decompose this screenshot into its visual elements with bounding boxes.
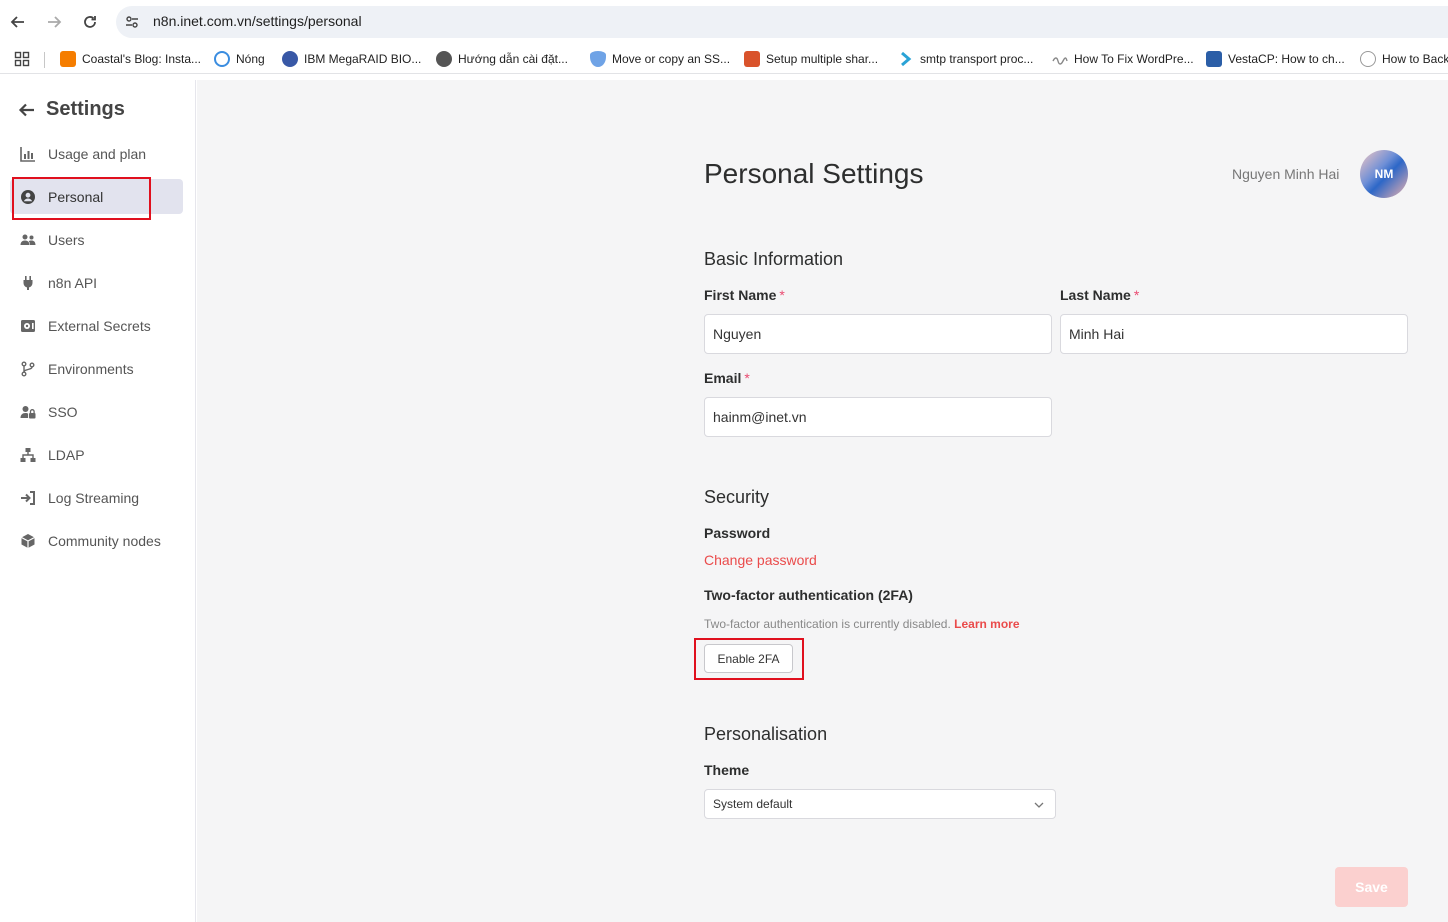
blogger-icon	[60, 51, 76, 67]
vault-icon	[20, 318, 36, 334]
first-name-label: First Name *	[704, 287, 785, 303]
url-text[interactable]: n8n.inet.com.vn/settings/personal	[153, 13, 362, 29]
bookmark-item[interactable]: Move or copy an SS...	[590, 50, 730, 68]
bookmark-item[interactable]: How to Back	[1360, 50, 1448, 68]
sidebar-item-usage-and-plan[interactable]: Usage and plan	[10, 136, 183, 171]
user-name: Nguyen Minh Hai	[1232, 166, 1340, 182]
network-icon	[20, 447, 36, 463]
sidebar-title: Settings	[46, 98, 125, 120]
avatar-initials: NM	[1374, 167, 1394, 181]
sidebar-item-community-nodes[interactable]: Community nodes	[10, 523, 183, 558]
chevron-down-icon	[1034, 802, 1044, 808]
sidebar-item-ldap[interactable]: LDAP	[10, 437, 183, 472]
cube-icon	[20, 533, 36, 549]
sidebar-item-sso[interactable]: SSO	[10, 394, 183, 429]
site-settings-icon[interactable]	[124, 14, 140, 30]
sidebar-item-log-streaming[interactable]: Log Streaming	[10, 480, 183, 515]
back-arrow-icon[interactable]	[18, 101, 36, 119]
sign-in-icon	[20, 490, 36, 506]
wordpress-icon	[282, 51, 298, 67]
sidebar-item-label: SSO	[48, 403, 78, 420]
reload-button[interactable]	[78, 10, 102, 34]
theme-label: Theme	[704, 762, 750, 778]
arrow-icon	[898, 51, 914, 67]
email-label: Email *	[704, 370, 750, 386]
browser-toolbar: n8n.inet.com.vn/settings/personal	[0, 0, 1448, 44]
required-mark: *	[1133, 287, 1140, 303]
highlight-box-personal	[12, 177, 151, 220]
bookmark-item[interactable]: VestaCP: How to ch...	[1206, 50, 1345, 68]
sidebar-item-users[interactable]: Users	[10, 222, 183, 257]
sidebar-item-label: Environments	[48, 360, 134, 377]
last-name-label: Last Name *	[1060, 287, 1140, 303]
sidebar-item-n8n-api[interactable]: n8n API	[10, 265, 183, 300]
branch-icon	[20, 361, 36, 377]
sts-icon	[744, 51, 760, 67]
globe-icon	[436, 51, 452, 67]
bookmark-item[interactable]: Hướng dẫn cài đặt...	[436, 50, 568, 68]
theme-select-value: System default	[713, 797, 793, 811]
wave-icon	[1052, 51, 1068, 67]
arrow-left-icon	[10, 16, 24, 28]
sidebar-item-environments[interactable]: Environments	[10, 351, 183, 386]
cloud-icon	[1360, 51, 1376, 67]
bookmarks-divider	[44, 52, 45, 68]
sidebar-header[interactable]: Settings	[18, 98, 125, 121]
sidebar-item-label: Community nodes	[48, 532, 161, 549]
section-title-basic-information: Basic Information	[704, 249, 844, 269]
plug-icon	[20, 275, 36, 291]
bookmark-item[interactable]: How To Fix WordPre...	[1052, 50, 1194, 68]
required-mark: *	[744, 370, 750, 386]
required-mark: *	[779, 287, 785, 303]
sidebar-item-label: n8n API	[48, 274, 98, 291]
page-title: Personal Settings	[704, 158, 924, 189]
bookmark-item[interactable]: Setup multiple shar...	[744, 50, 878, 68]
password-label: Password	[704, 525, 771, 541]
chart-icon	[20, 146, 36, 162]
avatar[interactable]: NM	[1360, 150, 1408, 198]
forward-button[interactable]	[42, 10, 66, 34]
bookmark-item[interactable]: smtp transport proc...	[898, 50, 1033, 68]
bookmark-item[interactable]: IBM MegaRAID BIO...	[282, 50, 421, 68]
sidebar-item-label: Users	[48, 231, 85, 248]
highlight-box-enable-2fa	[694, 638, 804, 680]
section-title-security: Security	[704, 487, 770, 507]
section-title-personalisation: Personalisation	[704, 724, 828, 744]
bookmarks-bar: Coastal's Blog: Insta... Nóng IBM MegaRA…	[0, 44, 1448, 74]
last-name-input[interactable]	[1060, 314, 1408, 354]
sidebar-item-external-secrets[interactable]: External Secrets	[10, 308, 183, 343]
address-bar[interactable]: n8n.inet.com.vn/settings/personal	[116, 6, 1448, 38]
bookmark-item[interactable]: Nóng	[214, 50, 265, 68]
sidebar-item-label: Log Streaming	[48, 489, 140, 506]
clock-icon	[214, 51, 230, 67]
sidebar-item-label: LDAP	[48, 446, 85, 463]
change-password-link[interactable]: Change password	[704, 552, 817, 568]
learn-more-link[interactable]: Learn more	[954, 617, 1019, 631]
twofa-label: Two-factor authentication (2FA)	[704, 587, 913, 603]
sidebar-item-label: Usage and plan	[48, 145, 147, 162]
email-input[interactable]	[704, 397, 1052, 437]
theme-select[interactable]: System default	[704, 789, 1056, 819]
first-name-input[interactable]	[704, 314, 1052, 354]
sidebar-item-label: External Secrets	[48, 317, 151, 334]
twofa-description: Two-factor authentication is currently d…	[704, 617, 1020, 631]
shield-icon	[590, 51, 606, 67]
reload-icon	[84, 16, 96, 28]
bookmark-item[interactable]: Coastal's Blog: Insta...	[60, 50, 201, 68]
back-button[interactable]	[6, 10, 30, 34]
apps-grid-icon[interactable]	[14, 51, 30, 67]
user-lock-icon	[20, 404, 36, 420]
ts-icon	[1206, 51, 1222, 67]
arrow-right-icon	[48, 16, 62, 28]
users-icon	[20, 232, 36, 248]
save-button[interactable]: Save	[1335, 867, 1408, 907]
